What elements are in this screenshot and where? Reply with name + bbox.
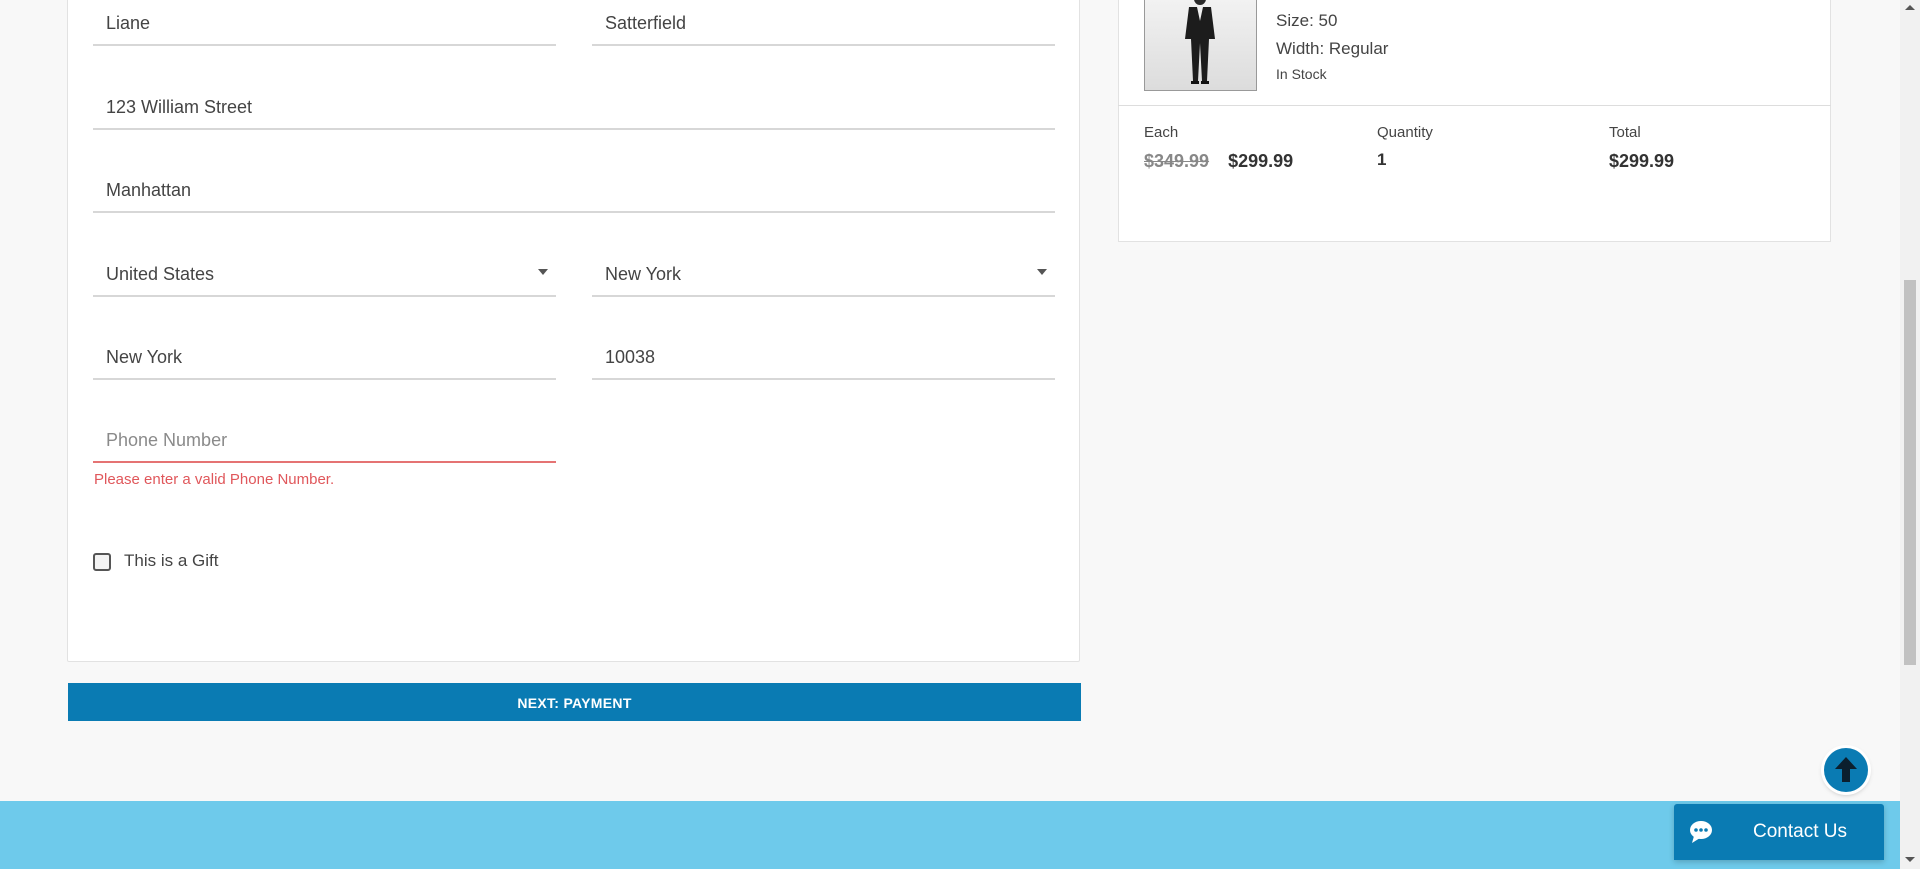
address-value: 123 William Street	[106, 97, 253, 117]
last-name-field[interactable]: Satterfield	[592, 0, 1055, 46]
page-scrollbar[interactable]	[1900, 0, 1920, 869]
chat-bubble-icon	[1690, 821, 1712, 843]
product-suit-image[interactable]	[1144, 0, 1257, 91]
country-value: United States	[106, 264, 215, 284]
summary-divider	[1118, 105, 1831, 106]
chevron-down-icon	[538, 269, 548, 275]
original-price: $349.99	[1144, 151, 1210, 171]
price-group: $349.99 $299.99	[1144, 151, 1293, 172]
product-width: Width: Regular	[1276, 39, 1389, 58]
sale-price: $299.99	[1228, 151, 1294, 171]
first-name-value: Liane	[106, 13, 151, 33]
total-header: Total	[1609, 124, 1641, 141]
city-value: New York	[106, 347, 183, 367]
state-value: New York	[605, 264, 682, 284]
scroll-down-arrow-icon[interactable]	[1905, 857, 1915, 862]
scroll-to-top-button[interactable]	[1824, 748, 1868, 792]
chevron-down-icon	[1037, 269, 1047, 275]
city-field[interactable]: New York	[93, 334, 556, 380]
country-select[interactable]: United States	[93, 251, 556, 297]
scrollbar-thumb[interactable]	[1904, 280, 1916, 665]
zip-value: 10038	[605, 347, 656, 367]
state-select[interactable]: New York	[592, 251, 1055, 297]
total-price: $299.99	[1609, 151, 1675, 171]
next-payment-button[interactable]: NEXT: PAYMENT	[68, 683, 1081, 721]
phone-error-message: Please enter a valid Phone Number.	[94, 471, 335, 488]
contact-us-button[interactable]: Contact Us	[1674, 804, 1884, 860]
address-field[interactable]: 123 William Street	[93, 84, 1055, 130]
gift-checkbox[interactable]	[93, 553, 111, 571]
phone-field[interactable]: Phone Number	[93, 417, 556, 463]
zip-field[interactable]: 10038	[592, 334, 1055, 380]
suit-figure	[1185, 0, 1215, 84]
stock-status: In Stock	[1276, 66, 1327, 82]
footer-band	[0, 801, 1900, 869]
contact-us-label: Contact Us	[1753, 821, 1847, 842]
last-name-value: Satterfield	[605, 13, 687, 33]
quantity-header: Quantity	[1377, 124, 1433, 141]
scroll-up-arrow-icon[interactable]	[1905, 5, 1915, 10]
address2-value: Manhattan	[106, 180, 192, 200]
gift-checkbox-label[interactable]: This is a Gift	[124, 551, 218, 571]
each-header: Each	[1144, 124, 1179, 141]
phone-placeholder: Phone Number	[106, 430, 228, 450]
first-name-field[interactable]: Liane	[93, 0, 556, 46]
arrow-up-icon	[1835, 757, 1857, 782]
product-size: Size: 50	[1276, 11, 1338, 30]
address2-field[interactable]: Manhattan	[93, 167, 1055, 213]
quantity-value: 1	[1377, 150, 1387, 169]
